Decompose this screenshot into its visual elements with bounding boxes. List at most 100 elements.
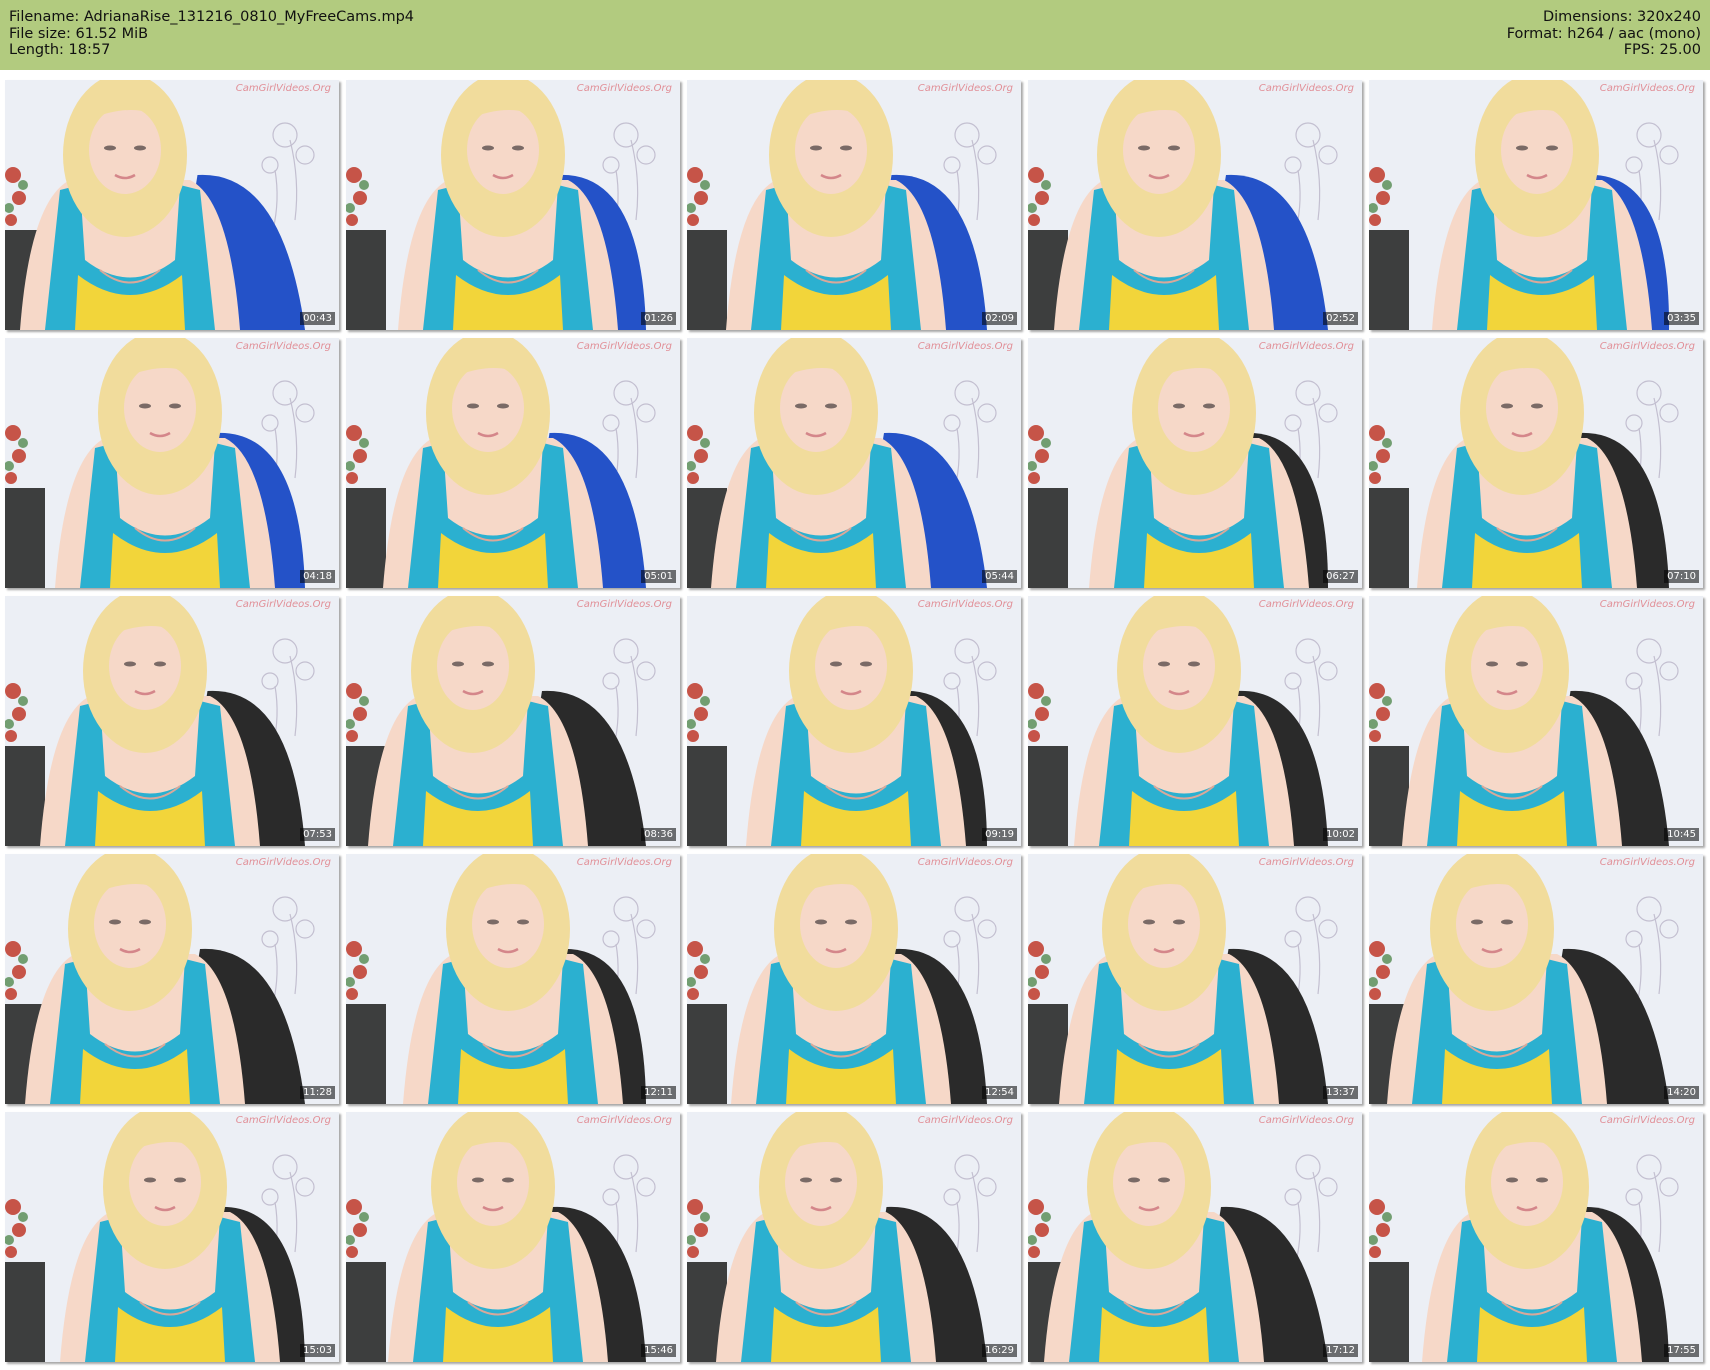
watermark-text: CamGirlVideos.Org [917,599,1013,610]
watermark-text: CamGirlVideos.Org [1258,83,1354,94]
thumbnail-frame: CamGirlVideos.Org 12:54 [687,854,1021,1104]
video-frame-illustration [5,338,339,588]
video-frame-illustration [346,596,680,846]
thumbnail-frame: CamGirlVideos.Org 15:03 [5,1112,339,1362]
timestamp-label: 09:19 [982,828,1017,841]
video-frame-illustration [1028,596,1362,846]
thumbnail-frame: CamGirlVideos.Org 12:11 [346,854,680,1104]
watermark-text: CamGirlVideos.Org [576,1115,672,1126]
timestamp-label: 11:28 [300,1086,335,1099]
watermark-text: CamGirlVideos.Org [576,341,672,352]
timestamp-label: 02:52 [1323,312,1358,325]
watermark-text: CamGirlVideos.Org [917,1115,1013,1126]
thumbnail-grid: CamGirlVideos.Org 00:43 CamGirlVideos.Org 0… [0,0,1710,1370]
timestamp-label: 15:03 [300,1344,335,1357]
watermark-text: CamGirlVideos.Org [1599,83,1695,94]
watermark-text: CamGirlVideos.Org [1258,1115,1354,1126]
video-frame-illustration [1369,338,1703,588]
timestamp-label: 07:53 [300,828,335,841]
watermark-text: CamGirlVideos.Org [1258,341,1354,352]
video-frame-illustration [346,1112,680,1362]
timestamp-label: 13:37 [1323,1086,1358,1099]
thumbnail-frame: CamGirlVideos.Org 04:18 [5,338,339,588]
watermark-text: CamGirlVideos.Org [1599,1115,1695,1126]
video-frame-illustration [1369,1112,1703,1362]
thumbnail-frame: CamGirlVideos.Org 09:19 [687,596,1021,846]
video-frame-illustration [5,80,339,330]
thumbnail-frame: CamGirlVideos.Org 00:43 [5,80,339,330]
thumbnail-frame: CamGirlVideos.Org 03:35 [1369,80,1703,330]
video-frame-illustration [1369,80,1703,330]
watermark-text: CamGirlVideos.Org [235,341,331,352]
watermark-text: CamGirlVideos.Org [235,1115,331,1126]
timestamp-label: 05:01 [641,570,676,583]
thumbnail-frame: CamGirlVideos.Org 10:02 [1028,596,1362,846]
thumbnail-frame: CamGirlVideos.Org 01:26 [346,80,680,330]
timestamp-label: 10:02 [1323,828,1358,841]
timestamp-label: 06:27 [1323,570,1358,583]
timestamp-label: 03:35 [1664,312,1699,325]
watermark-text: CamGirlVideos.Org [917,83,1013,94]
watermark-text: CamGirlVideos.Org [576,83,672,94]
timestamp-label: 07:10 [1664,570,1699,583]
thumbnail-frame: CamGirlVideos.Org 10:45 [1369,596,1703,846]
video-frame-illustration [687,338,1021,588]
thumbnail-frame: CamGirlVideos.Org 17:55 [1369,1112,1703,1362]
timestamp-label: 05:44 [982,570,1017,583]
timestamp-label: 12:54 [982,1086,1017,1099]
timestamp-label: 12:11 [641,1086,676,1099]
watermark-text: CamGirlVideos.Org [917,341,1013,352]
thumbnail-frame: CamGirlVideos.Org 15:46 [346,1112,680,1362]
thumbnail-frame: CamGirlVideos.Org 06:27 [1028,338,1362,588]
thumbnail-frame: CamGirlVideos.Org 02:09 [687,80,1021,330]
thumbnail-frame: CamGirlVideos.Org 07:10 [1369,338,1703,588]
watermark-text: CamGirlVideos.Org [235,599,331,610]
timestamp-label: 16:29 [982,1344,1017,1357]
video-frame-illustration [687,854,1021,1104]
timestamp-label: 17:55 [1664,1344,1699,1357]
video-frame-illustration [687,1112,1021,1362]
thumbnail-frame: CamGirlVideos.Org 05:44 [687,338,1021,588]
timestamp-label: 02:09 [982,312,1017,325]
timestamp-label: 10:45 [1664,828,1699,841]
watermark-text: CamGirlVideos.Org [235,857,331,868]
video-frame-illustration [1028,80,1362,330]
video-frame-illustration [1369,854,1703,1104]
video-frame-illustration [346,338,680,588]
timestamp-label: 01:26 [641,312,676,325]
timestamp-label: 14:20 [1664,1086,1699,1099]
video-frame-illustration [687,80,1021,330]
video-frame-illustration [5,596,339,846]
thumbnail-frame: CamGirlVideos.Org 14:20 [1369,854,1703,1104]
watermark-text: CamGirlVideos.Org [1599,857,1695,868]
thumbnail-frame: CamGirlVideos.Org 05:01 [346,338,680,588]
thumbnail-frame: CamGirlVideos.Org 17:12 [1028,1112,1362,1362]
watermark-text: CamGirlVideos.Org [235,83,331,94]
watermark-text: CamGirlVideos.Org [1258,857,1354,868]
video-frame-illustration [1028,1112,1362,1362]
video-frame-illustration [687,596,1021,846]
timestamp-label: 17:12 [1323,1344,1358,1357]
thumbnail-frame: CamGirlVideos.Org 16:29 [687,1112,1021,1362]
video-frame-illustration [5,854,339,1104]
watermark-text: CamGirlVideos.Org [917,857,1013,868]
thumbnail-frame: CamGirlVideos.Org 02:52 [1028,80,1362,330]
thumbnail-frame: CamGirlVideos.Org 13:37 [1028,854,1362,1104]
timestamp-label: 15:46 [641,1344,676,1357]
timestamp-label: 00:43 [300,312,335,325]
thumbnail-frame: CamGirlVideos.Org 07:53 [5,596,339,846]
timestamp-label: 08:36 [641,828,676,841]
video-frame-illustration [1028,854,1362,1104]
video-frame-illustration [1369,596,1703,846]
video-frame-illustration [346,854,680,1104]
video-frame-illustration [346,80,680,330]
video-frame-illustration [1028,338,1362,588]
watermark-text: CamGirlVideos.Org [1599,599,1695,610]
watermark-text: CamGirlVideos.Org [576,599,672,610]
watermark-text: CamGirlVideos.Org [576,857,672,868]
video-frame-illustration [5,1112,339,1362]
timestamp-label: 04:18 [300,570,335,583]
thumbnail-frame: CamGirlVideos.Org 11:28 [5,854,339,1104]
watermark-text: CamGirlVideos.Org [1258,599,1354,610]
watermark-text: CamGirlVideos.Org [1599,341,1695,352]
